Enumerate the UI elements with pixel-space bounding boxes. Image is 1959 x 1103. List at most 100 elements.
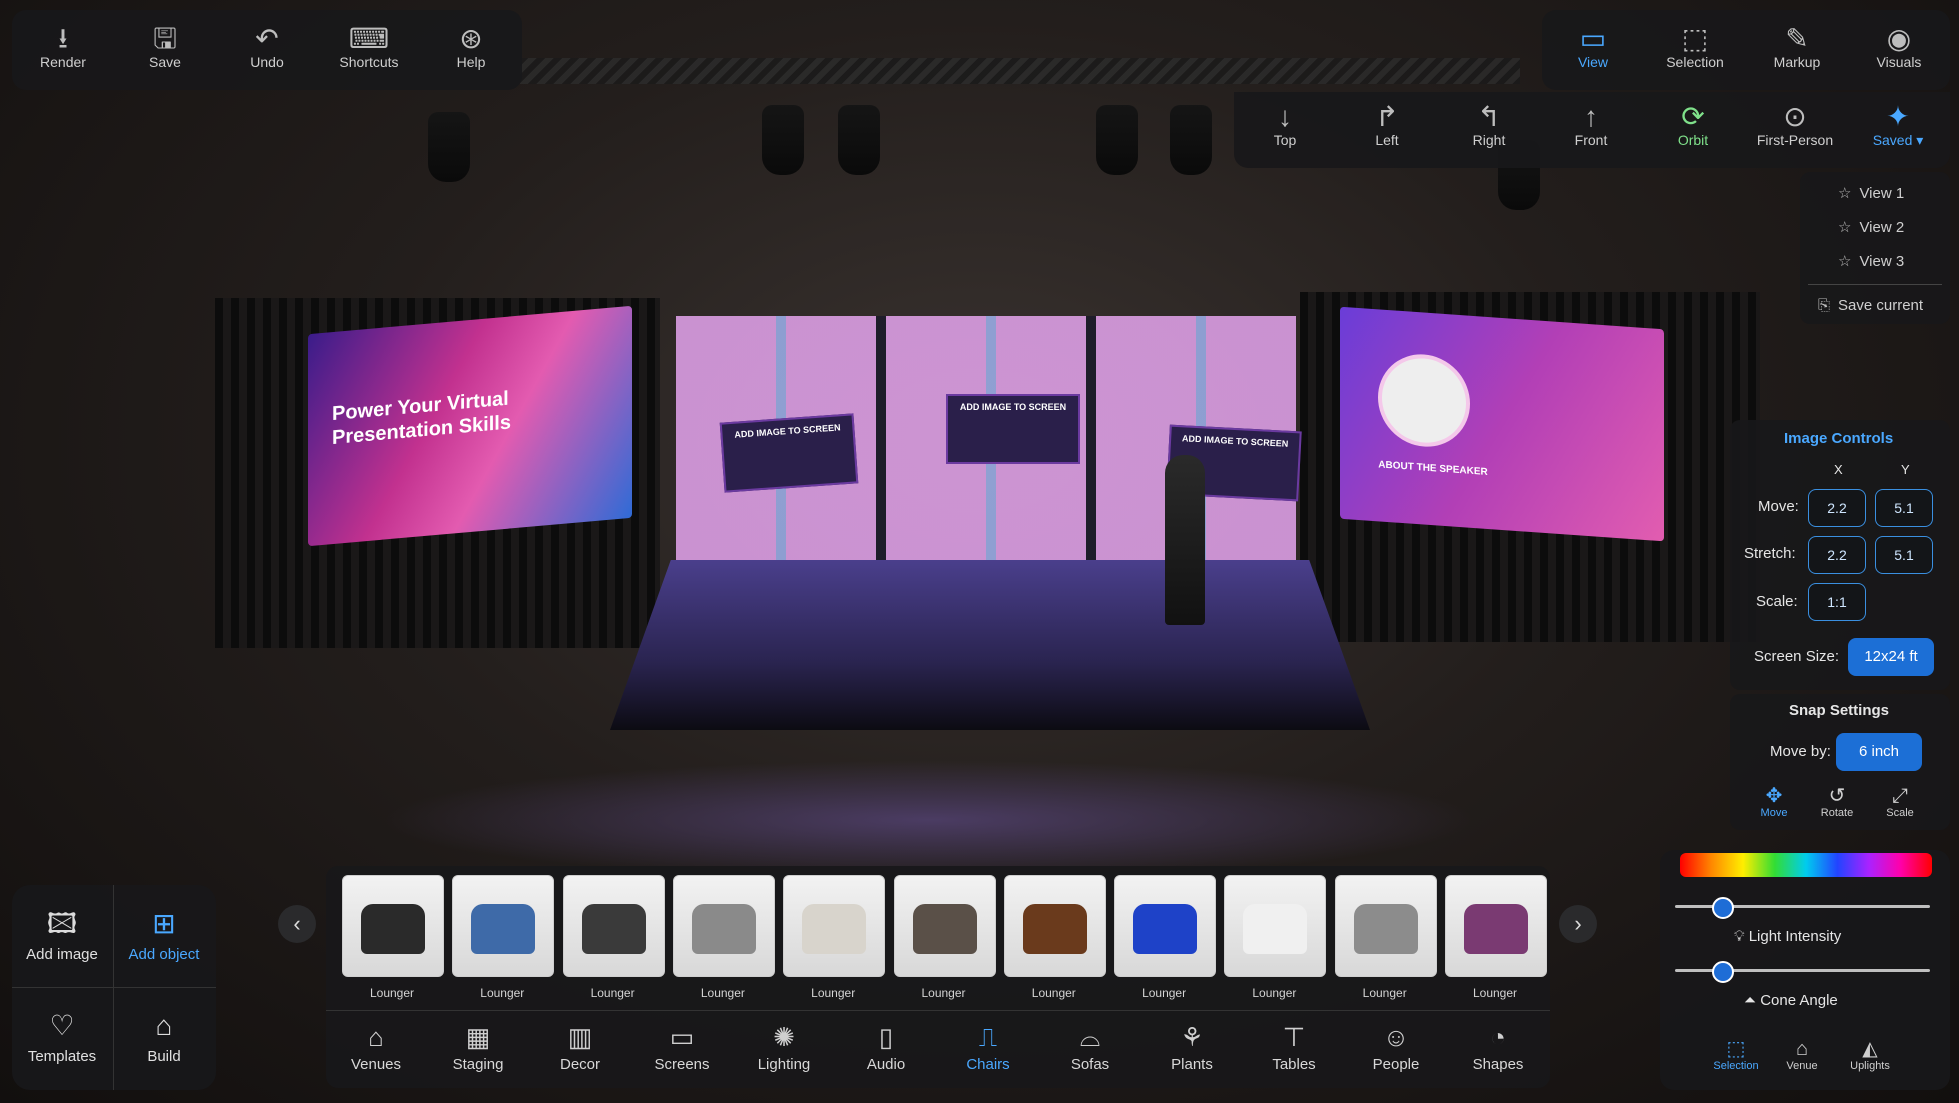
undo-label: Undo: [250, 54, 284, 70]
item-label: Lounger: [590, 986, 635, 1000]
category-chairs[interactable]: ⎍ Chairs: [943, 1022, 1033, 1073]
markup-mode-button[interactable]: ✎ Markup: [1746, 23, 1848, 71]
lighting-tab-uplights[interactable]: ◭ Uplights: [1840, 1038, 1900, 1072]
visuals-mode-button[interactable]: ◉ Visuals: [1848, 23, 1950, 71]
item-label: Lounger: [1472, 986, 1518, 1000]
saved-view-item-3[interactable]: ☆ View 3: [1838, 252, 1904, 270]
item-label: Lounger: [1142, 986, 1187, 1000]
category-label: Decor: [559, 1056, 600, 1073]
help-button[interactable]: ⊛ Help: [420, 24, 522, 71]
snap-rotate-button[interactable]: ↺ Rotate: [1815, 785, 1859, 819]
category-staging[interactable]: ▦ Staging: [433, 1022, 523, 1073]
lighting-truss: [520, 58, 1520, 84]
category-audio[interactable]: ▯ Audio: [841, 1022, 931, 1073]
move-y-input[interactable]: 5.1: [1875, 489, 1933, 527]
chair-preview-image: [691, 904, 756, 954]
category-label: Shapes: [1472, 1056, 1524, 1073]
templates-button[interactable]: ♡ Templates: [12, 1010, 112, 1065]
chair-preview-image: [1243, 904, 1308, 954]
view-saved-dropdown[interactable]: ✦ Saved ▾: [1846, 102, 1950, 149]
build-button[interactable]: ⌂ Build: [114, 1010, 214, 1065]
cone-angle-label: Cone Angle: [1760, 992, 1838, 1009]
category-label: Lighting: [757, 1056, 811, 1073]
decor-icon: ▥: [567, 1022, 593, 1052]
category-people[interactable]: ☺ People: [1351, 1022, 1441, 1073]
save-current-label: Save current: [1838, 297, 1924, 314]
light-intensity-slider[interactable]: [1675, 897, 1930, 919]
presenter-figure[interactable]: [1165, 455, 1205, 625]
item-thumbnail[interactable]: [1445, 875, 1547, 977]
view-first-person-button[interactable]: ⊙ First-Person: [1744, 102, 1846, 149]
build-label: Build: [147, 1048, 181, 1065]
stretch-y-input[interactable]: 5.1: [1875, 536, 1933, 574]
item-thumbnail[interactable]: [672, 875, 775, 977]
move-x-input[interactable]: 2.2: [1808, 489, 1866, 527]
category-decor[interactable]: ▥ Decor: [535, 1022, 625, 1073]
category-lighting[interactable]: ✺ Lighting: [739, 1022, 829, 1073]
snap-scale-button[interactable]: ⤢ Scale: [1878, 785, 1922, 819]
move-by-button[interactable]: 6 inch: [1836, 733, 1922, 771]
cone-angle-slider[interactable]: [1675, 961, 1930, 983]
scroll-right-button[interactable]: ›: [1559, 905, 1597, 943]
stand-screen-center[interactable]: ADD IMAGE TO SCREEN: [946, 394, 1080, 464]
undo-button[interactable]: ↶ Undo: [216, 24, 318, 71]
stage-platform[interactable]: [610, 560, 1370, 730]
lighting-tab-venue[interactable]: ⌂ Venue: [1772, 1038, 1832, 1072]
stand-screen-left[interactable]: ADD IMAGE TO SCREEN: [719, 413, 859, 493]
scroll-left-button[interactable]: ‹: [278, 905, 316, 943]
category-tables[interactable]: ⊤ Tables: [1249, 1022, 1339, 1073]
saved-view-item-2[interactable]: ☆ View 2: [1838, 218, 1904, 236]
right-stage-screen[interactable]: ABOUT THE SPEAKER: [1340, 306, 1664, 542]
view-mode-label: View: [1577, 54, 1609, 70]
category-screens[interactable]: ▭ Screens: [637, 1022, 727, 1073]
item-thumbnail[interactable]: [562, 875, 665, 977]
item-thumbnail[interactable]: [783, 875, 886, 977]
category-label: Audio: [866, 1056, 906, 1073]
item-thumbnail[interactable]: [342, 875, 444, 977]
item-thumbnail[interactable]: [1003, 875, 1106, 977]
shortcuts-button[interactable]: ⌨ Shortcuts: [318, 24, 420, 71]
view-orbit-button[interactable]: ⟳ Orbit: [1642, 102, 1744, 149]
slider-handle[interactable]: [1711, 897, 1734, 919]
add-object-icon: ⊞: [152, 908, 176, 939]
color-spectrum-picker[interactable]: [1680, 853, 1932, 877]
screen-size-label: Screen Size:: [1754, 648, 1840, 665]
menu-divider: [1808, 284, 1942, 285]
view-top-button[interactable]: ↓ Top: [1234, 102, 1336, 149]
category-shapes[interactable]: ◔ Shapes: [1453, 1022, 1543, 1073]
left-stage-screen[interactable]: Power Your Virtual Presentation Skills: [308, 305, 632, 547]
slider-handle[interactable]: [1711, 961, 1734, 983]
scale-input[interactable]: 1:1: [1808, 583, 1866, 621]
item-thumbnail[interactable]: [1224, 875, 1327, 977]
view-front-button[interactable]: ↑ Front: [1540, 102, 1642, 149]
category-venues[interactable]: ⌂ Venues: [331, 1022, 421, 1073]
category-label: Chairs: [966, 1056, 1010, 1073]
view-right-button[interactable]: ↰ Right: [1438, 102, 1540, 149]
screen-size-button[interactable]: 12x24 ft: [1848, 638, 1934, 676]
saved-view-item-1[interactable]: ☆ View 1: [1838, 184, 1904, 202]
save-button[interactable]: 🖫 Save: [114, 24, 216, 71]
stretch-x-input[interactable]: 2.2: [1808, 536, 1866, 574]
render-button[interactable]: ⭳ Render: [12, 24, 114, 71]
markup-icon: ✎: [1785, 23, 1809, 54]
light-intensity-row: 💡︎ Light Intensity: [1734, 928, 1841, 945]
save-current-view-button[interactable]: ⎘ Save current: [1818, 297, 1923, 314]
item-thumbnail[interactable]: [1114, 875, 1217, 977]
item-thumbnail[interactable]: [893, 875, 996, 977]
add-image-button[interactable]: 🖾 Add image: [12, 908, 112, 963]
category-sofas[interactable]: ⌓ Sofas: [1045, 1022, 1135, 1073]
add-object-button[interactable]: ⊞ Add object: [114, 908, 214, 963]
snap-move-button[interactable]: ✥ Move: [1752, 785, 1796, 819]
view-mode-button[interactable]: ▭ View: [1542, 24, 1644, 71]
star-icon: ☆: [1838, 185, 1852, 202]
item-thumbnail[interactable]: [1334, 875, 1437, 977]
eye-icon: ◉: [1886, 23, 1912, 54]
lighting-tab-selection[interactable]: ⬚ Selection: [1706, 1038, 1766, 1072]
view-saved-label: Saved: [1872, 132, 1913, 148]
item-thumbnail[interactable]: [452, 875, 555, 977]
cone-icon: ⏶: [1744, 992, 1757, 1009]
selection-mode-button[interactable]: ⬚ Selection: [1644, 24, 1746, 71]
category-plants[interactable]: ⚘ Plants: [1147, 1022, 1237, 1073]
category-label: Tables: [1272, 1056, 1316, 1073]
view-left-button[interactable]: ↱ Left: [1336, 102, 1438, 149]
